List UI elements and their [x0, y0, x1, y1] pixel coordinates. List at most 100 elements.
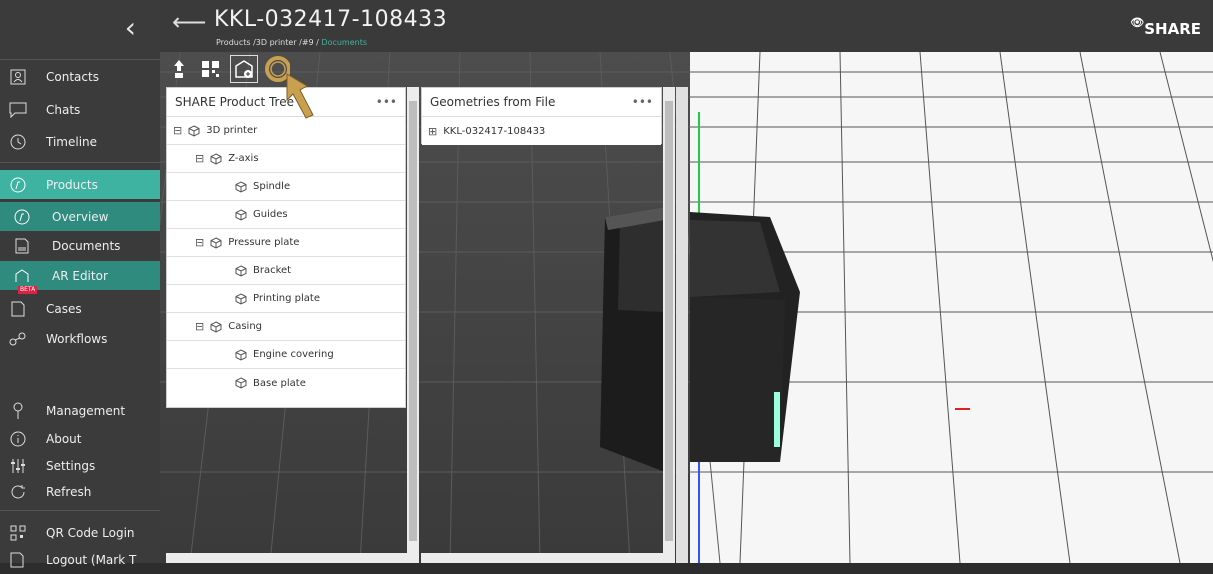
tree-row-label: Casing — [228, 321, 263, 332]
tree-row-label: Z-axis — [228, 153, 259, 164]
product-icon — [8, 176, 28, 194]
more-menu-icon[interactable]: ••• — [376, 95, 397, 109]
tree-row-spindle[interactable]: Spindle — [167, 173, 405, 201]
case-icon — [8, 300, 28, 318]
sidebar-item-cases[interactable]: Cases — [0, 294, 160, 323]
tree-row-label: Guides — [253, 209, 288, 220]
sidebar-item-label: AR Editor — [52, 268, 108, 283]
more-menu-icon[interactable]: ••• — [632, 95, 653, 109]
cube-icon — [210, 320, 222, 333]
sidebar-item-label: Settings — [46, 458, 96, 473]
qr-icon — [8, 524, 28, 542]
qr-tool-button[interactable] — [198, 56, 224, 82]
sidebar-item-products[interactable]: Products — [0, 170, 160, 199]
tree-row-label: 3D printer — [206, 125, 258, 136]
breadcrumb-current[interactable]: Documents — [321, 38, 367, 47]
sidebar-item-overview[interactable]: Overview — [0, 202, 160, 231]
sidebar-item-timeline[interactable]: Timeline — [0, 127, 160, 156]
sidebar-item-label: Overview — [52, 209, 109, 224]
sidebar-item-contacts[interactable]: Contacts — [0, 62, 160, 91]
sidebar-item-qr-login[interactable]: QR Code Login — [0, 518, 160, 547]
panel-header: Geometries from File ••• — [422, 88, 661, 117]
geometries-scrollbar[interactable] — [663, 87, 675, 563]
printer-model-left — [600, 207, 665, 472]
viewer-toolbar — [166, 54, 290, 84]
tree-row-label: KKL-032417-108433 — [443, 125, 546, 137]
tree-row-pressure-plate[interactable]: ⊟ Pressure plate — [167, 229, 405, 257]
sidebar-item-documents[interactable]: Documents — [0, 231, 160, 260]
collapse-icon[interactable]: ⊟ — [173, 124, 182, 137]
geometries-panel: Geometries from File ••• ⊞ KKL-032417-10… — [421, 87, 662, 145]
panel-title: Geometries from File — [430, 95, 556, 109]
cube-icon — [235, 377, 247, 389]
eye-icon: 👁 — [1130, 16, 1145, 29]
collapse-icon[interactable]: ⊟ — [195, 236, 204, 249]
collapse-icon[interactable]: ⊟ — [195, 152, 204, 165]
tree-row-printing-plate[interactable]: Printing plate — [167, 285, 405, 313]
add-model-button[interactable] — [230, 55, 258, 83]
sidebar: ‹ Contacts Chats Timeline Products Overv… — [0, 0, 160, 567]
workflow-icon — [8, 330, 28, 348]
collapse-icon[interactable]: ⊟ — [195, 320, 204, 333]
tree-row-label: Engine covering — [253, 349, 334, 360]
add-model-icon — [235, 60, 253, 78]
scrollbar-thumb[interactable] — [665, 101, 673, 541]
geometries-hscrollbar[interactable] — [421, 553, 663, 563]
tree-row-guides[interactable]: Guides — [167, 201, 405, 229]
document-icon — [12, 237, 32, 255]
sidebar-item-chats[interactable]: Chats — [0, 95, 160, 124]
qr-icon — [202, 61, 219, 77]
page-title: KKL-032417-108433 — [214, 7, 448, 32]
tree-row-base-plate[interactable]: Base plate — [167, 369, 405, 397]
ar-editor-icon: BETA — [12, 267, 38, 294]
cube-icon — [235, 292, 247, 305]
move-tool-button[interactable] — [166, 56, 192, 82]
cube-icon — [210, 152, 222, 165]
sidebar-item-settings[interactable]: Settings — [0, 451, 160, 480]
tree-row-label: Bracket — [253, 265, 292, 276]
viewport-scrollbar[interactable] — [676, 87, 688, 563]
contact-card-icon — [8, 68, 28, 86]
breadcrumb-path[interactable]: Products /3D printer /#9 / — [216, 38, 319, 47]
share-logo: 👁SHARE — [1130, 16, 1201, 38]
tree-row-label: Base plate — [253, 377, 306, 389]
sidebar-item-workflows[interactable]: Workflows — [0, 324, 160, 353]
sidebar-item-ar-editor[interactable]: BETA AR Editor — [0, 261, 160, 294]
product-tree-scrollbar[interactable] — [407, 87, 419, 563]
product-tree-panel: SHARE Product Tree ••• ⊟ 3D printer ⊟ Z-… — [166, 87, 406, 408]
chevron-left-icon[interactable]: ‹ — [125, 14, 136, 42]
tree-row-bracket[interactable]: Bracket — [167, 257, 405, 285]
header-bar: ⟵ KKL-032417-108433 Products /3D printer… — [160, 0, 1213, 52]
sidebar-item-label: QR Code Login — [46, 525, 135, 540]
sidebar-item-label: Chats — [46, 102, 81, 117]
refresh-icon — [8, 483, 28, 501]
clock-icon — [8, 133, 28, 151]
back-arrow-icon[interactable]: ⟵ — [172, 10, 206, 34]
tree-row-label: Printing plate — [253, 293, 320, 304]
sidebar-item-label: Contacts — [46, 69, 99, 84]
sidebar-item-about[interactable]: About — [0, 424, 160, 453]
sidebar-item-label: Timeline — [46, 134, 98, 149]
sidebar-item-logout[interactable]: Logout (Mark T — [0, 545, 160, 574]
move-arrow-icon — [174, 60, 184, 78]
info-icon — [8, 430, 28, 448]
sidebar-item-label: Management — [46, 403, 126, 418]
tree-row-z-axis[interactable]: ⊟ Z-axis — [167, 145, 405, 173]
beta-badge: BETA — [18, 285, 38, 294]
sidebar-item-label: Refresh — [46, 484, 92, 499]
cube-icon — [188, 124, 200, 137]
sidebar-item-label: About — [46, 431, 82, 446]
tree-row-geometry-file[interactable]: ⊞ KKL-032417-108433 — [422, 117, 661, 145]
scrollbar-thumb[interactable] — [409, 101, 417, 541]
tree-row-casing[interactable]: ⊟ Casing — [167, 313, 405, 341]
pin-icon — [8, 402, 28, 420]
tree-row-engine-covering[interactable]: Engine covering — [167, 341, 405, 369]
product-tree-hscrollbar[interactable] — [166, 553, 407, 563]
product-icon — [12, 208, 32, 226]
sidebar-item-label: Workflows — [46, 331, 108, 346]
panel-title: SHARE Product Tree — [175, 95, 294, 109]
expand-icon[interactable]: ⊞ — [428, 125, 437, 138]
cube-icon — [235, 264, 247, 277]
sidebar-item-refresh[interactable]: Refresh — [0, 477, 160, 506]
sidebar-item-management[interactable]: Management — [0, 396, 160, 425]
